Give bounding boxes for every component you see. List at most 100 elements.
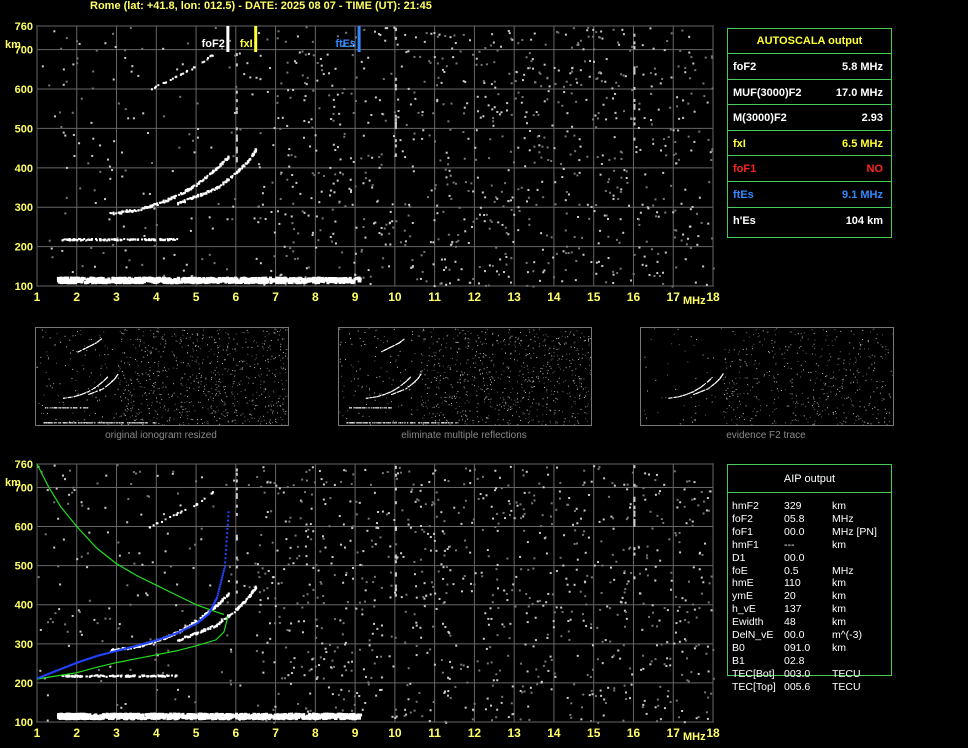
noise-dot: [309, 523, 312, 526]
e-echo-dot: [154, 239, 157, 242]
noise-dot: [292, 484, 295, 487]
noise-dot: [175, 604, 178, 607]
noise-dot: [558, 490, 561, 493]
noise-dot: [331, 555, 334, 558]
noise-dot: [333, 665, 336, 668]
noise-dot: [58, 111, 61, 114]
streak-dot: [633, 510, 636, 514]
noise-dot: [645, 554, 648, 557]
noise-dot: [511, 589, 514, 592]
noise-dot: [404, 240, 407, 243]
f2-multiple-dot: [203, 60, 206, 63]
f2-extraordinary-dot: [220, 184, 223, 187]
streak-dot: [633, 576, 636, 580]
noise-dot: [599, 608, 602, 611]
noise-dot: [573, 683, 576, 686]
noise-dot: [271, 541, 274, 544]
noise-dot: [311, 234, 314, 237]
noise-dot: [590, 205, 593, 208]
noise-dot: [446, 183, 449, 186]
f2-multiple-dot: [192, 66, 195, 69]
noise-dot: [297, 620, 300, 623]
noise-dot: [589, 675, 592, 678]
es-trace-dot: [89, 717, 93, 721]
noise-dot: [623, 110, 626, 113]
noise-dot: [528, 52, 531, 55]
noise-dot: [502, 271, 505, 274]
es-trace-dot: [313, 279, 317, 283]
noise-dot: [509, 281, 512, 284]
noise-dot: [371, 156, 374, 159]
noise-dot: [318, 201, 321, 204]
noise-dot: [687, 135, 690, 138]
streak-dot: [394, 572, 397, 576]
noise-dot: [463, 106, 466, 109]
noise-dot: [452, 56, 455, 59]
noise-dot: [64, 478, 67, 481]
noise-dot: [698, 196, 701, 199]
noise-dot: [273, 127, 276, 130]
noise-dot: [436, 204, 439, 207]
noise-dot: [390, 72, 393, 75]
noise-dot: [365, 581, 368, 584]
noise-dot: [363, 28, 366, 31]
noise-dot: [462, 80, 465, 83]
noise-dot: [137, 74, 140, 77]
noise-dot: [654, 565, 657, 568]
es-trace-dot: [255, 279, 259, 283]
noise-dot: [114, 45, 117, 48]
noise-dot: [419, 524, 422, 527]
noise-dot: [381, 472, 384, 475]
noise-dot: [93, 618, 96, 621]
noise-dot: [688, 35, 691, 38]
noise-dot: [501, 223, 504, 226]
noise-dot: [427, 532, 430, 535]
es-trace-dot: [310, 278, 314, 282]
noise-dot: [542, 664, 545, 667]
es-trace-dot: [326, 278, 330, 282]
noise-dot: [398, 466, 401, 469]
noise-dot: [527, 196, 530, 199]
noise-dot: [551, 593, 554, 596]
noise-dot: [156, 474, 159, 477]
f2-extraordinary-dot: [197, 631, 200, 634]
noise-dot: [622, 644, 625, 647]
noise-dot: [145, 592, 148, 595]
noise-dot: [366, 529, 369, 532]
noise-dot: [428, 525, 431, 528]
noise-dot: [200, 476, 203, 479]
noise-dot: [560, 163, 563, 166]
noise-dot: [262, 671, 265, 674]
noise-dot: [316, 62, 319, 65]
noise-dot: [345, 573, 348, 576]
noise-dot: [581, 236, 584, 239]
e-echo-dot: [141, 674, 144, 677]
noise-dot: [285, 538, 288, 541]
noise-dot: [436, 84, 439, 87]
noise-dot: [644, 498, 647, 501]
noise-dot: [298, 51, 301, 54]
e-echo-dot: [126, 238, 129, 241]
f2-extraordinary-dot: [213, 625, 216, 628]
noise-dot: [332, 143, 335, 146]
noise-dot: [536, 135, 539, 138]
es-trace-dot: [298, 276, 302, 280]
noise-dot: [576, 43, 579, 46]
noise-dot: [76, 40, 79, 43]
noise-dot: [602, 103, 605, 106]
noise-dot: [310, 538, 313, 541]
noise-dot: [263, 589, 266, 592]
noise-dot: [347, 690, 350, 693]
noise-dot: [336, 646, 339, 649]
streak-dot: [235, 493, 238, 497]
noise-dot: [108, 165, 111, 168]
noise-dot: [197, 127, 200, 130]
noise-dot: [109, 665, 112, 668]
noise-dot: [331, 693, 334, 696]
noise-dot: [274, 597, 277, 600]
noise-dot: [494, 469, 497, 472]
noise-dot: [332, 182, 335, 185]
es-trace-dot: [347, 715, 351, 719]
es-trace-dot: [219, 716, 223, 720]
es-trace-dot: [262, 717, 266, 721]
